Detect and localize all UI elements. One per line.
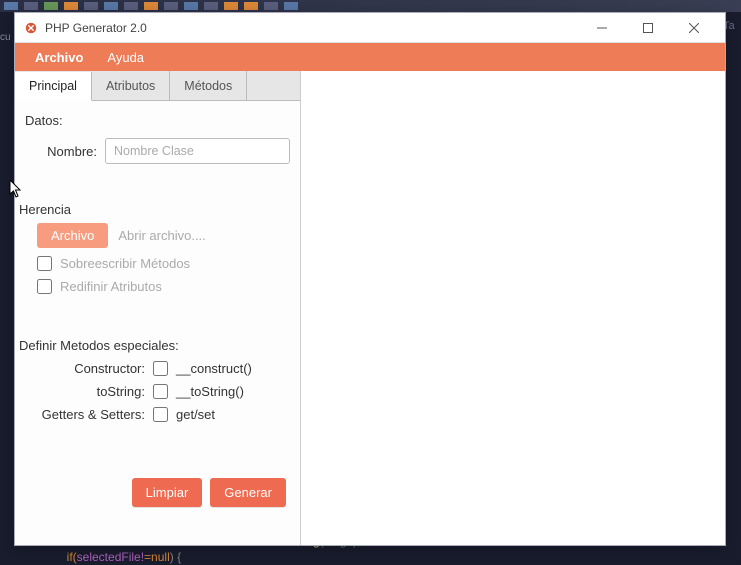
sobreescribir-label: Sobreescribir Métodos [60, 256, 190, 271]
limpiar-button[interactable]: Limpiar [132, 478, 203, 507]
herencia-section-label: Herencia [19, 202, 290, 217]
generar-button[interactable]: Generar [210, 478, 286, 507]
constructor-label: Constructor: [25, 361, 153, 376]
getset-value: get/set [176, 407, 215, 422]
minimize-button[interactable] [579, 14, 625, 42]
datos-section-label: Datos: [25, 113, 290, 128]
sobreescribir-checkbox[interactable] [37, 256, 52, 271]
archivo-button[interactable]: Archivo [37, 223, 108, 248]
close-button[interactable] [671, 14, 717, 42]
tab-metodos[interactable]: Métodos [170, 71, 247, 100]
window-title: PHP Generator 2.0 [45, 21, 579, 35]
tostring-checkbox[interactable] [153, 384, 168, 399]
left-panel: Principal Atributos Métodos Datos: Nombr… [15, 71, 301, 545]
nombre-label: Nombre: [25, 144, 105, 159]
maximize-icon [643, 23, 653, 33]
getset-label: Getters & Setters: [25, 407, 153, 422]
tab-principal[interactable]: Principal [15, 72, 92, 101]
menu-ayuda[interactable]: Ayuda [95, 46, 156, 69]
tostring-label: toString: [25, 384, 153, 399]
constructor-value: __construct() [176, 361, 252, 376]
abrir-archivo-label: Abrir archivo.... [118, 228, 205, 243]
metodos-section-label: Definir Metodos especiales: [19, 338, 290, 353]
minimize-icon [597, 23, 607, 33]
app-window: PHP Generator 2.0 Archivo Ayuda Principa… [14, 12, 726, 546]
menubar: Archivo Ayuda [15, 43, 725, 71]
tab-atributos[interactable]: Atributos [92, 71, 170, 100]
ide-toolbar-background [0, 0, 741, 12]
redefinir-checkbox[interactable] [37, 279, 52, 294]
maximize-button[interactable] [625, 14, 671, 42]
titlebar[interactable]: PHP Generator 2.0 [15, 13, 725, 43]
getset-checkbox[interactable] [153, 407, 168, 422]
redefinir-label: Redifinir Atributos [60, 279, 162, 294]
app-icon [23, 20, 39, 36]
tostring-value: __toString() [176, 384, 244, 399]
right-panel [301, 71, 725, 545]
constructor-checkbox[interactable] [153, 361, 168, 376]
menu-archivo[interactable]: Archivo [23, 46, 95, 69]
nombre-input[interactable] [105, 138, 290, 164]
tab-bar: Principal Atributos Métodos [15, 71, 300, 101]
close-icon [689, 23, 699, 33]
